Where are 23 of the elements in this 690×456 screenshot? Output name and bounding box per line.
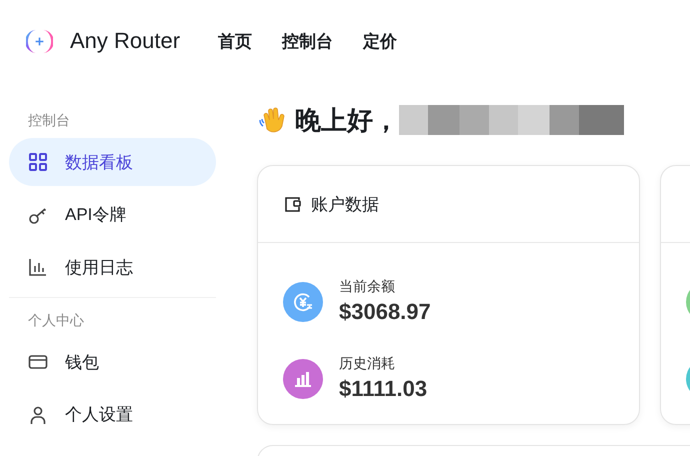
greeting-heading: 晚上好， — [295, 104, 399, 136]
dashboard-grid-icon — [28, 152, 48, 172]
logo-icon[interactable] — [26, 28, 53, 54]
section-label: 控制台 — [27, 111, 71, 130]
sidebar-item[interactable]: 数据看板 — [9, 138, 216, 186]
sidebar-item[interactable]: 钱包 — [9, 338, 216, 386]
section-label: 个人中心 — [27, 311, 85, 330]
wallet-icon — [284, 195, 302, 213]
nav-link[interactable]: 首页 — [218, 30, 252, 52]
sidebar-item[interactable]: 个人设置 — [9, 390, 216, 438]
stat-value: $3068.97 — [339, 299, 431, 325]
credit-card-icon — [28, 352, 48, 372]
user-icon — [28, 404, 48, 424]
bar-chart-icon — [28, 257, 48, 277]
nav-link[interactable]: 定价 — [363, 30, 398, 52]
sidebar-item[interactable]: API令牌 — [9, 190, 216, 238]
sidebar-item[interactable]: 使用日志 — [9, 243, 216, 291]
card-title: 账户数据 — [311, 194, 379, 216]
logo-text[interactable]: Any Router — [70, 28, 180, 54]
stat-label: 当前余额 — [339, 278, 396, 296]
stat-value: $1111.03 — [339, 376, 428, 402]
nav-link[interactable]: 控制台 — [282, 30, 334, 52]
stat-label: 历史消耗 — [339, 355, 396, 373]
